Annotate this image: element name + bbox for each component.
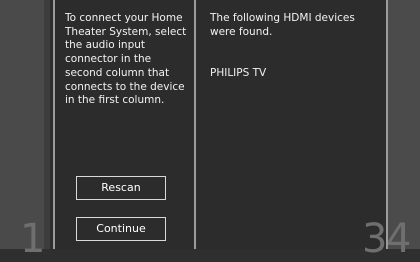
column-divider-middle <box>194 0 196 249</box>
left-side-panel-edge <box>44 0 50 249</box>
setup-screen: To connect your Home Theater System, sel… <box>0 0 420 259</box>
instruction-text: To connect your Home Theater System, sel… <box>65 12 187 107</box>
device-list-item[interactable]: PHILIPS TV <box>210 67 266 81</box>
found-devices-message: The following HDMI devices were found. <box>210 12 355 38</box>
left-side-panel <box>0 0 44 249</box>
right-side-panel <box>388 0 420 249</box>
rescan-button[interactable]: Rescan <box>76 176 166 200</box>
step-number-1: 1 <box>20 216 46 262</box>
step-number-3: 3 <box>362 216 388 262</box>
step-number-4: 4 <box>386 216 412 262</box>
continue-button[interactable]: Continue <box>76 217 166 241</box>
